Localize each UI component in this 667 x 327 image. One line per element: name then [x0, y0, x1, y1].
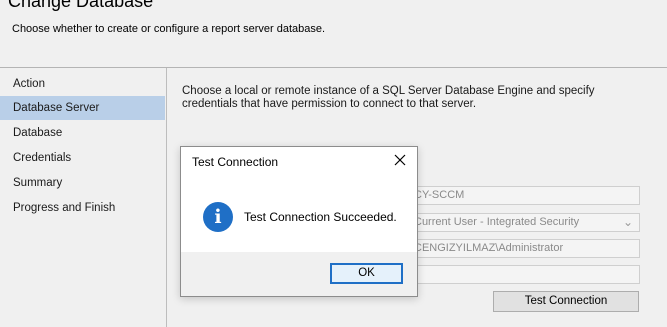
server-name-field[interactable]: CY-SCCM	[408, 186, 640, 205]
authentication-type-select[interactable]: Current User - Integrated Security ⌄	[408, 213, 640, 232]
username-field[interactable]: CENGIZYILMAZ\Administrator	[408, 239, 640, 258]
page-description: Choose whether to create or configure a …	[12, 23, 326, 35]
close-icon[interactable]	[393, 153, 407, 167]
chevron-down-icon: ⌄	[622, 215, 633, 229]
authentication-type-value: Current User - Integrated Security	[414, 216, 580, 228]
test-connection-button[interactable]: Test Connection	[493, 291, 639, 312]
step-database[interactable]: Database	[0, 121, 165, 145]
step-summary[interactable]: Summary	[0, 171, 165, 195]
dialog-message: Test Connection Succeeded.	[244, 210, 397, 224]
password-field[interactable]	[408, 265, 640, 284]
step-database-server[interactable]: Database Server	[0, 96, 165, 120]
page-header: Change Database Choose whether to create…	[0, 0, 667, 68]
dialog-title: Test Connection	[192, 155, 279, 169]
test-connection-dialog: Test Connection i Test Connection Succee…	[180, 146, 418, 297]
dialog-body: i Test Connection Succeeded.	[181, 179, 417, 253]
content-description: Choose a local or remote instance of a S…	[182, 85, 595, 110]
ok-button[interactable]: OK	[330, 263, 403, 284]
dialog-footer: OK	[181, 252, 417, 296]
step-progress-and-finish[interactable]: Progress and Finish	[0, 196, 165, 220]
step-action[interactable]: Action	[0, 72, 165, 96]
page-title: Change Database	[8, 0, 154, 11]
steps-sidebar: Action Database Server Database Credenti…	[0, 68, 167, 327]
step-credentials[interactable]: Credentials	[0, 146, 165, 170]
info-icon: i	[203, 202, 233, 232]
